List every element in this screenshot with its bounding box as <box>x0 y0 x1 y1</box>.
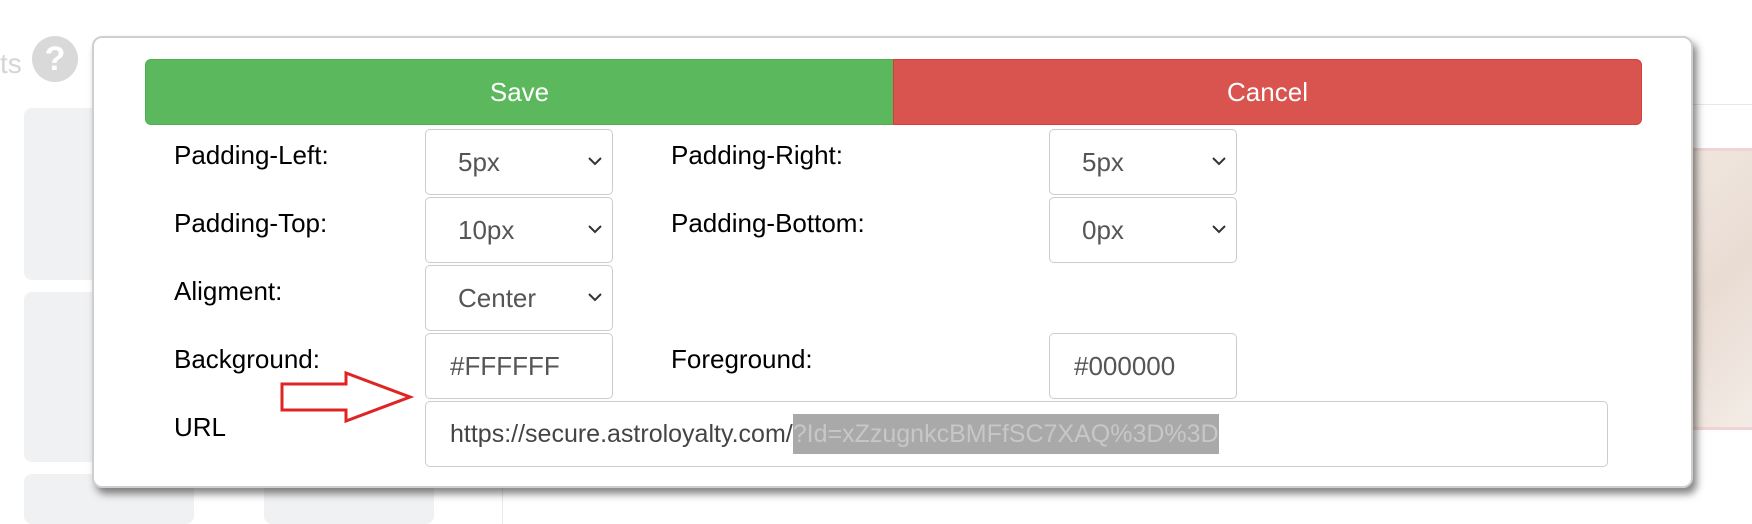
chevron-down-icon <box>588 293 602 302</box>
padding-top-value: 10px <box>458 215 515 245</box>
background-help-text: ts <box>0 48 22 79</box>
chevron-down-icon <box>588 157 602 166</box>
padding-right-label: Padding-Right: <box>671 140 843 170</box>
padding-bottom-label: Padding-Bottom: <box>671 208 865 238</box>
chevron-down-icon <box>1212 157 1226 166</box>
foreground-color-input[interactable]: #000000 <box>1049 333 1237 399</box>
padding-left-select[interactable]: 5px <box>425 129 613 195</box>
chevron-down-icon <box>1212 225 1226 234</box>
chevron-down-icon <box>588 225 602 234</box>
padding-right-select[interactable]: 5px <box>1049 129 1237 195</box>
alignment-select[interactable]: Center <box>425 265 613 331</box>
foreground-color-label: Foreground: <box>671 344 813 374</box>
padding-right-value: 5px <box>1082 147 1124 177</box>
help-icon[interactable]: ? <box>32 36 78 82</box>
padding-top-label: Padding-Top: <box>174 208 328 238</box>
url-value: https://secure.astroloyalty.com/ <box>450 420 793 448</box>
alignment-value: Center <box>458 283 537 313</box>
save-button[interactable]: Save <box>145 59 894 125</box>
padding-bottom-value: 0px <box>1082 215 1124 245</box>
padding-left-value: 5px <box>458 147 500 177</box>
cancel-button[interactable]: Cancel <box>893 59 1642 125</box>
padding-left-label: Padding-Left: <box>174 140 329 170</box>
padding-bottom-select[interactable]: 0px <box>1049 197 1237 263</box>
url-input[interactable]: https://secure.astroloyalty.com/?Id=xZzu… <box>425 401 1608 467</box>
url-redacted-value: ?Id=xZzugnkcBMFfSC7XAQ%3D%3D <box>792 414 1219 454</box>
background-color-input[interactable]: #FFFFFF <box>425 333 613 399</box>
padding-top-select[interactable]: 10px <box>425 197 613 263</box>
alignment-label: Aligment: <box>174 276 283 306</box>
right-arrow-outline-icon <box>280 371 414 423</box>
